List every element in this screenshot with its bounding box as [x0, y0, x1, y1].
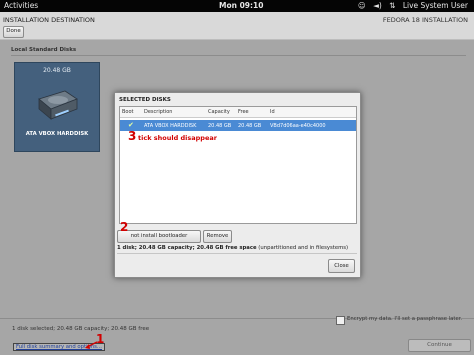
- continue-button[interactable]: Continue: [408, 339, 471, 352]
- selected-disks-dialog: SELECTED DISKS Boot Description Capacity…: [114, 92, 361, 278]
- row-free: 20.48 GB: [238, 123, 262, 129]
- divider: [11, 55, 466, 56]
- disk-size: 20.48 GB: [43, 67, 71, 74]
- network-icon[interactable]: ⇅: [389, 1, 395, 10]
- annotation-2: 2: [120, 220, 129, 234]
- column-boot[interactable]: Boot: [122, 109, 134, 115]
- page-title: INSTALLATION DESTINATION: [3, 16, 95, 24]
- done-button[interactable]: Done: [3, 26, 24, 38]
- top-bar: Activities Mon 09:10 ☺ ◄) ⇅ Live System …: [0, 0, 474, 12]
- local-disks-label: Local Standard Disks: [11, 47, 77, 53]
- activities-button[interactable]: Activities: [4, 0, 38, 12]
- annotation-3-text: tick should disappear: [138, 134, 217, 142]
- boot-check-icon[interactable]: ✔: [128, 121, 134, 129]
- column-capacity[interactable]: Capacity: [208, 109, 230, 115]
- volume-icon[interactable]: ◄): [373, 1, 382, 10]
- table-row[interactable]: ✔ ATA VBOX HARDDISK 20.48 GB 20.48 GB VB…: [120, 120, 356, 131]
- disks-table[interactable]: Boot Description Capacity Free Id ✔ ATA …: [119, 106, 357, 224]
- remove-button[interactable]: Remove: [203, 230, 232, 243]
- clock[interactable]: Mon 09:10: [219, 0, 263, 12]
- accessibility-icon[interactable]: ☺: [358, 1, 366, 10]
- close-button[interactable]: Close: [328, 259, 355, 273]
- dialog-summary: 1 disk; 20.48 GB capacity; 20.48 GB free…: [117, 245, 348, 251]
- encrypt-label: Encrypt my data. I'll set a passphrase l…: [347, 316, 463, 322]
- summary-bold: 1 disk; 20.48 GB capacity; 20.48 GB free…: [117, 245, 257, 251]
- row-id: VBd7d06aa-e40c4000: [270, 123, 326, 129]
- system-tray: ☺ ◄) ⇅ Live System User: [353, 0, 468, 12]
- annotation-arrow-icon: [85, 341, 98, 349]
- row-capacity: 20.48 GB: [208, 123, 232, 129]
- no-bootloader-button[interactable]: not install bootloader: [117, 230, 201, 243]
- summary-rest: (unpartitioned and in filesystems): [256, 245, 349, 251]
- dialog-title: SELECTED DISKS: [119, 97, 171, 103]
- column-free[interactable]: Free: [238, 109, 249, 115]
- disk-name: ATA VBOX HARDDISK: [25, 131, 89, 137]
- selection-status: 1 disk selected; 20.48 GB capacity; 20.4…: [12, 326, 150, 332]
- spoke-header: INSTALLATION DESTINATION FEDORA 18 INSTA…: [0, 12, 474, 40]
- divider: [117, 253, 357, 254]
- harddisk-icon: [38, 90, 78, 120]
- column-id[interactable]: Id: [270, 109, 275, 115]
- user-menu[interactable]: Live System User: [403, 1, 468, 10]
- table-header: Boot Description Capacity Free Id: [120, 107, 356, 118]
- column-description[interactable]: Description: [144, 109, 172, 115]
- product-title: FEDORA 18 INSTALLATION: [382, 16, 468, 24]
- annotation-3: 3: [128, 129, 137, 143]
- row-description: ATA VBOX HARDDISK: [144, 123, 197, 129]
- encrypt-checkbox[interactable]: [336, 316, 345, 325]
- disk-tile[interactable]: 20.48 GB ATA VBOX HARDDISK: [14, 62, 100, 152]
